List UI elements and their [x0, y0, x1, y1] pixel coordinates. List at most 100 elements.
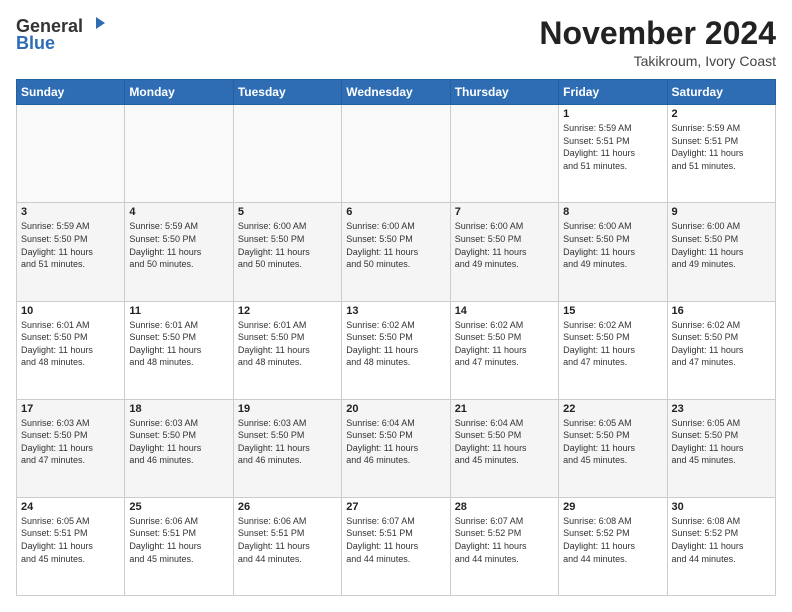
- day-info: Sunrise: 6:00 AM Sunset: 5:50 PM Dayligh…: [672, 220, 771, 270]
- calendar-day-cell: 8Sunrise: 6:00 AM Sunset: 5:50 PM Daylig…: [559, 203, 667, 301]
- calendar-week-row: 17Sunrise: 6:03 AM Sunset: 5:50 PM Dayli…: [17, 399, 776, 497]
- day-number: 20: [346, 403, 445, 415]
- calendar-day-cell: 23 Sunrise: 6:05 AM Sunset: 5:50 PM Dayli…: [667, 399, 775, 497]
- calendar-day-cell: 3Sunrise: 5:59 AM Sunset: 5:50 PM Daylig…: [17, 203, 125, 301]
- day-number: 15: [563, 305, 662, 317]
- calendar-day-cell: 16 Sunrise: 6:02 AM Sunset: 5:50 PM Dayli…: [667, 301, 775, 399]
- day-number: 29: [563, 501, 662, 513]
- calendar-empty-cell: [125, 105, 233, 203]
- day-number: 18: [129, 403, 228, 415]
- calendar-empty-cell: [17, 105, 125, 203]
- calendar-header-wednesday: Wednesday: [342, 80, 450, 105]
- day-number: 30: [672, 501, 771, 513]
- day-number: 5: [238, 206, 337, 218]
- day-info: Sunrise: 6:05 AM Sunset: 5:51 PM Dayligh…: [21, 515, 120, 565]
- day-info: Sunrise: 6:08 AM Sunset: 5:52 PM Dayligh…: [672, 515, 771, 565]
- day-number: 23: [672, 403, 771, 415]
- day-info: Sunrise: 6:05 AM Sunset: 5:50 PM Dayligh…: [563, 417, 662, 467]
- day-info: Sunrise: 5:59 AM Sunset: 5:51 PM Dayligh…: [672, 122, 771, 172]
- day-info: Sunrise: 6:03 AM Sunset: 5:50 PM Dayligh…: [129, 417, 228, 467]
- day-info: Sunrise: 5:59 AM Sunset: 5:51 PM Dayligh…: [563, 122, 662, 172]
- day-info: Sunrise: 6:02 AM Sunset: 5:50 PM Dayligh…: [563, 319, 662, 369]
- calendar-header-thursday: Thursday: [450, 80, 558, 105]
- day-number: 10: [21, 305, 120, 317]
- calendar-empty-cell: [233, 105, 341, 203]
- day-number: 4: [129, 206, 228, 218]
- calendar-day-cell: 28 Sunrise: 6:07 AM Sunset: 5:52 PM Dayli…: [450, 497, 558, 595]
- calendar-day-cell: 2 Sunrise: 5:59 AM Sunset: 5:51 PM Daylig…: [667, 105, 775, 203]
- day-info: Sunrise: 6:05 AM Sunset: 5:50 PM Dayligh…: [672, 417, 771, 467]
- day-number: 27: [346, 501, 445, 513]
- day-number: 8: [563, 206, 662, 218]
- day-number: 24: [21, 501, 120, 513]
- month-title: November 2024: [539, 16, 776, 51]
- calendar-week-row: 24 Sunrise: 6:05 AM Sunset: 5:51 PM Dayli…: [17, 497, 776, 595]
- day-number: 14: [455, 305, 554, 317]
- calendar-week-row: 3 Sunrise: 5:59 AM Sunset: 5:50 PM Daylig…: [17, 203, 776, 301]
- title-block: November 2024 Takikroum, Ivory Coast: [539, 16, 776, 69]
- day-number: 25: [129, 501, 228, 513]
- calendar-day-cell: 5 Sunrise: 6:00 AM Sunset: 5:50 PM Daylig…: [233, 203, 341, 301]
- day-info: Sunrise: 6:08 AM Sunset: 5:52 PM Dayligh…: [563, 515, 662, 565]
- day-number: 16: [672, 305, 771, 317]
- calendar-header-monday: Monday: [125, 80, 233, 105]
- location: Takikroum, Ivory Coast: [539, 53, 776, 69]
- day-info: Sunrise: 6:03 AM Sunset: 5:50 PM Dayligh…: [238, 417, 337, 467]
- calendar-header-saturday: Saturday: [667, 80, 775, 105]
- calendar-day-cell: 27 Sunrise: 6:07 AM Sunset: 5:51 PM Dayli…: [342, 497, 450, 595]
- calendar-table: SundayMondayTuesdayWednesdayThursdayFrid…: [16, 79, 776, 596]
- calendar-empty-cell: [342, 105, 450, 203]
- day-number: 28: [455, 501, 554, 513]
- calendar-day-cell: 13Sunrise: 6:02 AM Sunset: 5:50 PM Dayli…: [342, 301, 450, 399]
- calendar-day-cell: 9 Sunrise: 6:00 AM Sunset: 5:50 PM Daylig…: [667, 203, 775, 301]
- calendar-week-row: 1 Sunrise: 5:59 AM Sunset: 5:51 PM Daylig…: [17, 105, 776, 203]
- day-number: 9: [672, 206, 771, 218]
- day-info: Sunrise: 6:02 AM Sunset: 5:50 PM Dayligh…: [346, 319, 445, 369]
- calendar-day-cell: 22 Sunrise: 6:05 AM Sunset: 5:50 PM Dayli…: [559, 399, 667, 497]
- calendar-day-cell: 4 Sunrise: 5:59 AM Sunset: 5:50 PM Daylig…: [125, 203, 233, 301]
- calendar-header-sunday: Sunday: [17, 80, 125, 105]
- day-number: 19: [238, 403, 337, 415]
- day-number: 26: [238, 501, 337, 513]
- header: General Blue November 2024 Takikroum, Iv…: [16, 16, 776, 69]
- day-info: Sunrise: 6:04 AM Sunset: 5:50 PM Dayligh…: [455, 417, 554, 467]
- calendar-day-cell: 29 Sunrise: 6:08 AM Sunset: 5:52 PM Dayli…: [559, 497, 667, 595]
- day-info: Sunrise: 6:04 AM Sunset: 5:50 PM Dayligh…: [346, 417, 445, 467]
- day-info: Sunrise: 6:06 AM Sunset: 5:51 PM Dayligh…: [238, 515, 337, 565]
- calendar-day-cell: 18 Sunrise: 6:03 AM Sunset: 5:50 PM Dayli…: [125, 399, 233, 497]
- day-info: Sunrise: 6:02 AM Sunset: 5:50 PM Dayligh…: [455, 319, 554, 369]
- day-info: Sunrise: 6:00 AM Sunset: 5:50 PM Dayligh…: [238, 220, 337, 270]
- day-number: 2: [672, 108, 771, 120]
- day-number: 7: [455, 206, 554, 218]
- calendar-day-cell: 20 Sunrise: 6:04 AM Sunset: 5:50 PM Dayli…: [342, 399, 450, 497]
- calendar-day-cell: 14 Sunrise: 6:02 AM Sunset: 5:50 PM Dayli…: [450, 301, 558, 399]
- day-info: Sunrise: 6:06 AM Sunset: 5:51 PM Dayligh…: [129, 515, 228, 565]
- day-number: 3: [21, 206, 120, 218]
- calendar-day-cell: 7 Sunrise: 6:00 AM Sunset: 5:50 PM Daylig…: [450, 203, 558, 301]
- day-info: Sunrise: 6:01 AM Sunset: 5:50 PM Dayligh…: [238, 319, 337, 369]
- day-info: Sunrise: 6:01 AM Sunset: 5:50 PM Dayligh…: [129, 319, 228, 369]
- calendar-day-cell: 17Sunrise: 6:03 AM Sunset: 5:50 PM Dayli…: [17, 399, 125, 497]
- day-info: Sunrise: 6:00 AM Sunset: 5:50 PM Dayligh…: [455, 220, 554, 270]
- calendar-header-row: SundayMondayTuesdayWednesdayThursdayFrid…: [17, 80, 776, 105]
- logo: General Blue: [16, 16, 107, 54]
- day-number: 22: [563, 403, 662, 415]
- calendar-day-cell: 11 Sunrise: 6:01 AM Sunset: 5:50 PM Dayli…: [125, 301, 233, 399]
- page: General Blue November 2024 Takikroum, Iv…: [0, 0, 792, 612]
- day-info: Sunrise: 6:07 AM Sunset: 5:51 PM Dayligh…: [346, 515, 445, 565]
- day-info: Sunrise: 5:59 AM Sunset: 5:50 PM Dayligh…: [129, 220, 228, 270]
- day-number: 21: [455, 403, 554, 415]
- calendar-day-cell: 21 Sunrise: 6:04 AM Sunset: 5:50 PM Dayli…: [450, 399, 558, 497]
- day-number: 1: [563, 108, 662, 120]
- day-number: 11: [129, 305, 228, 317]
- day-info: Sunrise: 6:02 AM Sunset: 5:50 PM Dayligh…: [672, 319, 771, 369]
- calendar-day-cell: 10Sunrise: 6:01 AM Sunset: 5:50 PM Dayli…: [17, 301, 125, 399]
- day-number: 6: [346, 206, 445, 218]
- calendar-header-friday: Friday: [559, 80, 667, 105]
- day-info: Sunrise: 6:07 AM Sunset: 5:52 PM Dayligh…: [455, 515, 554, 565]
- day-info: Sunrise: 6:03 AM Sunset: 5:50 PM Dayligh…: [21, 417, 120, 467]
- calendar-day-cell: 1 Sunrise: 5:59 AM Sunset: 5:51 PM Daylig…: [559, 105, 667, 203]
- calendar-day-cell: 15 Sunrise: 6:02 AM Sunset: 5:50 PM Dayli…: [559, 301, 667, 399]
- day-info: Sunrise: 6:00 AM Sunset: 5:50 PM Dayligh…: [346, 220, 445, 270]
- calendar-header-tuesday: Tuesday: [233, 80, 341, 105]
